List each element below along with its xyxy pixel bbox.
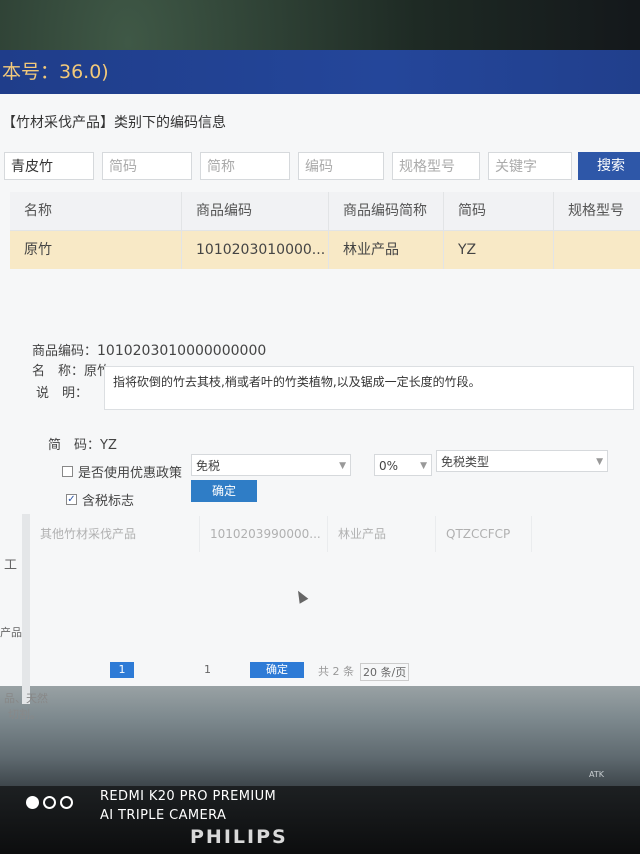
- left-fragment: 切割。: [8, 708, 41, 721]
- cell-name: 其他竹材采伐产品: [30, 516, 200, 552]
- panel-title: 【竹材采伐产品】类别下的编码信息: [2, 115, 226, 131]
- cell-spec: [532, 516, 616, 552]
- desc-label: 说 明：: [36, 386, 89, 401]
- preferential-select[interactable]: 免税 ▼: [191, 454, 351, 476]
- monitor-bezel: [0, 786, 640, 854]
- tax-included-label: 含税标志: [82, 494, 135, 509]
- grid-header: 名称 商品编码 商品编码简称 简码 规格型号: [10, 192, 640, 231]
- chevron-down-icon: ▼: [596, 457, 603, 467]
- left-fragment: 品、天然: [4, 692, 48, 705]
- desktop-wallpaper: [0, 680, 640, 790]
- spec-input[interactable]: 规格型号: [392, 152, 480, 180]
- name-filter-input[interactable]: 青皮竹: [4, 152, 94, 180]
- vertical-scrollbar[interactable]: [22, 514, 30, 704]
- short-name-input[interactable]: 简称: [200, 152, 290, 180]
- code-input[interactable]: 编码: [298, 152, 384, 180]
- app-window: 本号：36.0) 【竹材采伐产品】类别下的编码信息 青皮竹 简码 简称 编码 规…: [0, 50, 640, 721]
- col-name[interactable]: 名称: [10, 192, 182, 230]
- window-titlebar: 本号：36.0): [0, 50, 640, 94]
- watermark-line1: REDMI K20 PRO PREMIUM: [100, 789, 277, 804]
- confirm-button[interactable]: 确定: [191, 480, 257, 502]
- mouse-cursor-icon: [293, 588, 309, 604]
- left-fragment: 工: [4, 558, 18, 573]
- taskbar-hint: ATK: [589, 770, 604, 779]
- cell-code: 1010203990000...: [200, 516, 328, 552]
- chevron-down-icon: ▼: [339, 461, 346, 471]
- jm-label: 简 码：YZ: [48, 438, 117, 453]
- cell-code-short: 林业产品: [329, 231, 444, 269]
- col-code-short[interactable]: 商品编码简称: [329, 192, 444, 230]
- monitor-brand-logo: PHILIPS: [190, 826, 288, 848]
- left-fragment: 产品: [0, 626, 22, 639]
- page-jump-button[interactable]: 确定: [250, 662, 304, 678]
- cell-jm: QTZCCFCP: [436, 516, 532, 552]
- code-label: 商品编码：1010203010000000000: [32, 343, 267, 359]
- cell-code-short: 林业产品: [328, 516, 436, 552]
- camera-icon: [26, 796, 73, 809]
- watermark-line2: AI TRIPLE CAMERA: [100, 808, 227, 823]
- code-grid: 名称 商品编码 商品编码简称 简码 规格型号 原竹 1010203010000.…: [10, 192, 640, 269]
- page-input[interactable]: 1: [204, 663, 211, 676]
- table-row[interactable]: 原竹 1010203010000... 林业产品 YZ: [10, 231, 640, 269]
- short-code-input[interactable]: 简码: [102, 152, 192, 180]
- code-panel: 【竹材采伐产品】类别下的编码信息 青皮竹 简码 简称 编码 规格型号 关键字 搜…: [0, 94, 640, 721]
- jm-value: YZ: [100, 438, 117, 453]
- search-button[interactable]: 搜索: [578, 152, 640, 180]
- description-textarea[interactable]: 指将砍倒的竹去其枝,梢或者叶的竹类植物,以及锯成一定长度的竹段。: [104, 366, 634, 410]
- col-jm[interactable]: 简码: [444, 192, 554, 230]
- exempt-type-select[interactable]: 免税类型 ▼: [436, 450, 608, 472]
- col-spec[interactable]: 规格型号: [554, 192, 640, 230]
- per-page-select[interactable]: 20 条/页: [360, 663, 410, 681]
- page-1-button[interactable]: 1: [110, 662, 134, 678]
- preferential-label: 是否使用优惠政策: [78, 466, 183, 481]
- chevron-down-icon: ▼: [420, 461, 427, 471]
- tax-included-checkbox[interactable]: ✓: [66, 494, 77, 505]
- cell-spec: [554, 231, 640, 269]
- table-row[interactable]: 其他竹材采伐产品 1010203990000... 林业产品 QTZCCFCP: [30, 516, 616, 552]
- keyword-input[interactable]: 关键字: [488, 152, 572, 180]
- cell-jm: YZ: [444, 231, 554, 269]
- preferential-checkbox[interactable]: [62, 466, 73, 477]
- code-value: 1010203010000000000: [97, 343, 267, 359]
- rate-select[interactable]: 0% ▼: [374, 454, 432, 476]
- name-label: 名 称：原竹: [32, 364, 111, 379]
- cell-name: 原竹: [10, 231, 182, 269]
- cell-code: 1010203010000...: [182, 231, 329, 269]
- total-count: 共 2 条: [318, 665, 354, 678]
- col-code[interactable]: 商品编码: [182, 192, 329, 230]
